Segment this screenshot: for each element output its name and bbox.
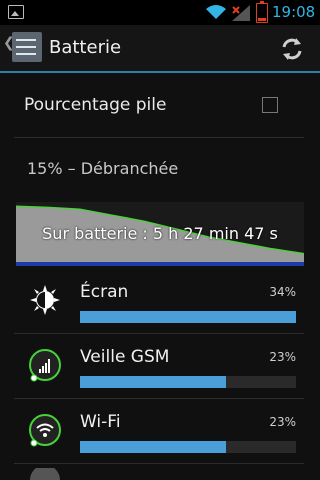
status-bar: 19:08 (0, 0, 320, 25)
usage-name: Écran (80, 282, 129, 302)
battery-time-label: Sur batterie : 5 h 27 min 47 s (42, 224, 278, 243)
battery-percentage-checkbox[interactable] (262, 97, 278, 113)
charging-indicator (16, 262, 304, 266)
battery-percentage-setting[interactable]: Pourcentage pile (0, 73, 320, 138)
usage-item-wifi[interactable]: Wi-Fi 23% (0, 399, 320, 464)
usage-item-cell-standby[interactable]: Veille GSM 23% (0, 334, 320, 399)
next-item-icon (30, 468, 60, 480)
usage-bar (80, 376, 296, 388)
battery-percentage-label: Pourcentage pile (24, 95, 167, 115)
usage-item-screen[interactable]: Écran 34% (0, 269, 320, 334)
wifi-icon (29, 414, 61, 447)
action-bar: ❮ Batterie (0, 25, 320, 73)
usage-bar (80, 311, 296, 323)
usage-percent: 23% (269, 350, 296, 364)
usage-percent: 34% (269, 285, 296, 299)
usage-bar-fill (80, 441, 227, 453)
usage-bar-fill (80, 376, 227, 388)
settings-app-icon[interactable] (12, 32, 42, 62)
image-notification-icon (8, 5, 24, 19)
battery-icon (256, 1, 268, 23)
wifi-icon (206, 5, 226, 19)
usage-name: Veille GSM (80, 347, 170, 367)
divider (14, 137, 304, 138)
refresh-icon[interactable] (278, 35, 306, 63)
usage-bar (80, 441, 296, 453)
usage-percent: 23% (269, 415, 296, 429)
divider (14, 463, 304, 464)
usage-name: Wi-Fi (80, 412, 121, 432)
page-title: Batterie (49, 37, 122, 58)
battery-status: 15% – Débranchée (27, 159, 179, 178)
cell-signal-icon (29, 349, 61, 382)
usage-bar-fill (80, 311, 296, 323)
signal-icon (232, 5, 250, 21)
clock: 19:08 (272, 3, 316, 21)
brightness-icon (30, 285, 60, 315)
